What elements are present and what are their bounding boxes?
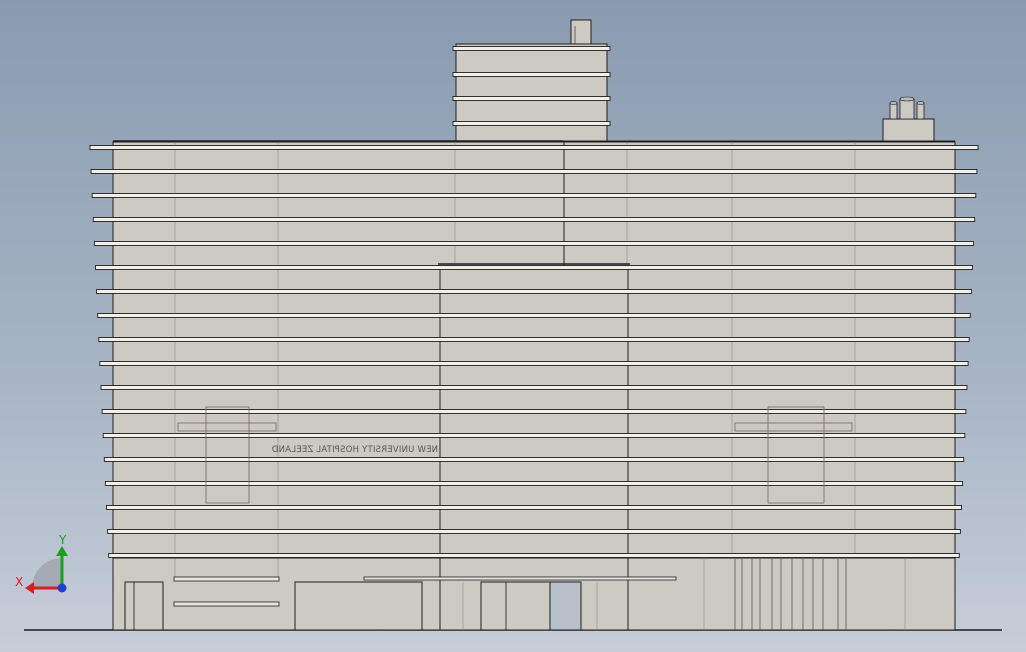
cad-graphics-area[interactable]: NEW UNIVERSITY HOSPITAL ZEELAND Y X	[0, 0, 1026, 652]
hvac-pipe	[916, 102, 925, 120]
hvac-pipe	[899, 98, 915, 120]
floor-slab	[104, 481, 964, 486]
floor-slab	[100, 385, 968, 390]
roof-hvac-unit[interactable]	[882, 96, 935, 142]
floor-slab	[93, 241, 975, 246]
floor-slab	[98, 337, 970, 342]
floor-slab	[96, 289, 972, 294]
floor-slab	[101, 409, 967, 414]
hvac-pipe	[889, 102, 898, 120]
canopy	[173, 576, 280, 582]
x-axis-arrowhead	[25, 582, 34, 594]
floor-slab	[89, 145, 979, 150]
floor-slab	[106, 505, 962, 510]
floor-slab	[91, 193, 977, 198]
tower-slab	[452, 46, 611, 51]
roof-tower-chimney	[570, 19, 592, 45]
entrance-canopy	[363, 576, 677, 581]
floor-slab	[99, 361, 969, 366]
floor-slab	[103, 457, 965, 462]
floor-slab	[97, 313, 971, 318]
tower-slab	[452, 72, 611, 77]
y-axis-arrowhead	[56, 546, 68, 556]
floor-slab	[90, 169, 978, 174]
entrance-glazing	[549, 581, 582, 631]
ground-door	[124, 581, 164, 631]
roof-tower-body	[455, 43, 608, 143]
floor-slab	[107, 529, 961, 534]
main-facade[interactable]: NEW UNIVERSITY HOSPITAL ZEELAND	[89, 140, 979, 631]
roof-tower[interactable]	[452, 19, 611, 143]
floor-slab	[95, 265, 973, 270]
coordinate-triad[interactable]: Y X	[15, 533, 68, 594]
tower-slab	[452, 121, 611, 126]
floor-slab	[92, 217, 976, 222]
ground-opening	[294, 581, 423, 631]
hvac-box	[882, 118, 935, 142]
floor-slab	[108, 553, 960, 558]
floor-slab	[102, 433, 966, 438]
x-axis-label: X	[15, 575, 23, 589]
tower-slab	[452, 96, 611, 101]
canopy	[173, 601, 280, 607]
building-elevation-drawing[interactable]: NEW UNIVERSITY HOSPITAL ZEELAND Y X	[0, 0, 1026, 652]
z-axis-dot	[57, 583, 67, 593]
y-axis-label: Y	[58, 533, 67, 547]
triad-plane-indicator	[32, 558, 62, 588]
building-sign-text: NEW UNIVERSITY HOSPITAL ZEELAND	[271, 445, 438, 455]
